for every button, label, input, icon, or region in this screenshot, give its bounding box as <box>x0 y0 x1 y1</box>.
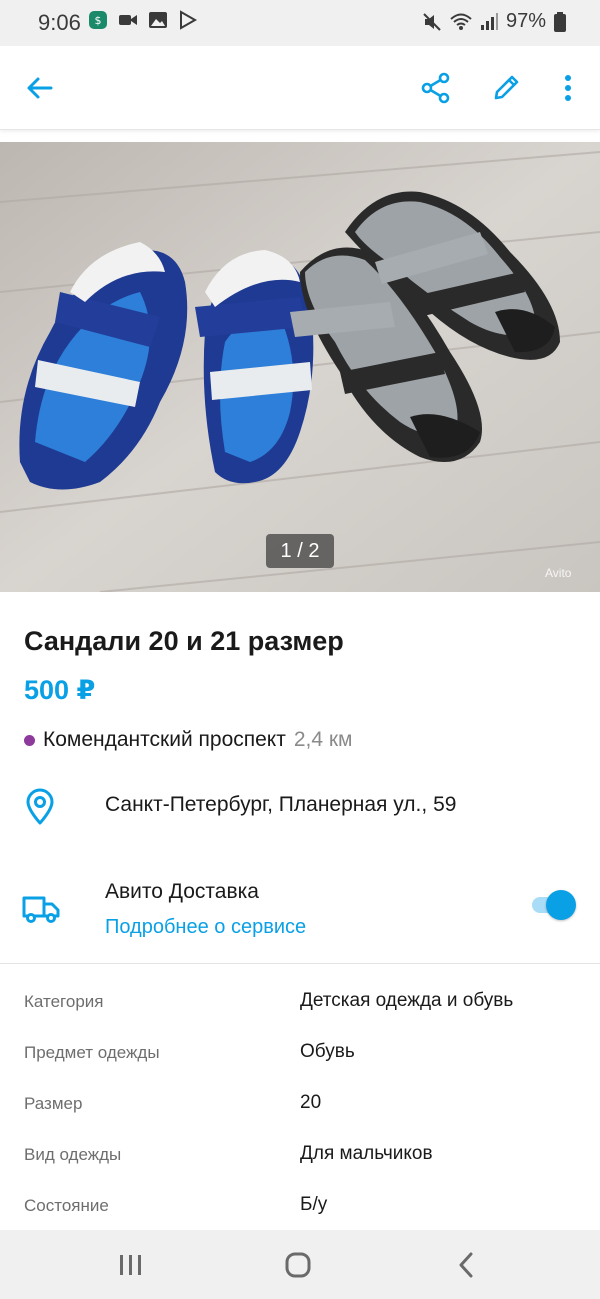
delivery-title: Авито Доставка <box>105 880 259 903</box>
shop-notification-icon: $ <box>89 11 107 29</box>
delivery-details-link[interactable]: Подробнее о сервисе <box>105 916 306 939</box>
play-store-icon <box>180 10 198 30</box>
photo-counter: 1 / 2 <box>266 534 334 568</box>
video-icon <box>119 15 137 25</box>
pencil-icon <box>494 75 519 100</box>
edit-button[interactable] <box>484 66 528 110</box>
status-time: 9:06 <box>38 10 81 35</box>
home-button[interactable] <box>278 1246 318 1284</box>
location-pin-icon <box>26 788 54 825</box>
param-row: Категория Детская одежда и обувь <box>0 980 600 1031</box>
back-button[interactable] <box>18 66 62 110</box>
param-key: Размер <box>24 1094 83 1113</box>
share-icon <box>421 72 450 104</box>
mute-icon <box>423 12 441 31</box>
param-value: 20 <box>300 1092 322 1113</box>
sandals-photo <box>0 142 600 592</box>
system-nav-bar <box>0 1230 600 1299</box>
toggle-knob <box>546 890 576 920</box>
home-icon <box>285 1252 311 1278</box>
param-row: Вид одежды Для мальчиков <box>0 1133 600 1184</box>
system-back-button[interactable] <box>446 1246 486 1284</box>
param-row: Предмет одежды Обувь <box>0 1031 600 1082</box>
params-list: Категория Детская одежда и обувь Предмет… <box>0 980 600 1235</box>
recent-apps-icon <box>120 1255 141 1275</box>
delivery-section: Авито Доставка Подробнее о сервисе <box>0 870 600 950</box>
more-options-button[interactable] <box>546 66 590 110</box>
address-row[interactable]: Санкт-Петербург, Планерная ул., 59 <box>0 780 600 834</box>
app-bar <box>0 46 600 130</box>
section-divider <box>0 963 600 964</box>
wifi-icon <box>450 13 472 30</box>
battery-percent: 97% <box>505 10 546 32</box>
param-key: Предмет одежды <box>24 1043 160 1062</box>
listing-title: Сандали 20 и 21 размер <box>24 626 344 656</box>
param-value: Обувь <box>300 1041 355 1062</box>
param-value: Детская одежда и обувь <box>300 990 514 1011</box>
avito-watermark: Avito <box>545 566 572 580</box>
listing-price: 500 ₽ <box>24 675 96 705</box>
delivery-toggle[interactable] <box>528 890 576 920</box>
param-key: Состояние <box>24 1196 109 1215</box>
status-bar: 9:06 $ 97% <box>0 0 600 46</box>
param-row: Состояние Б/у <box>0 1184 600 1235</box>
listing-photo[interactable]: 1 / 2 Avito <box>0 142 600 592</box>
recent-apps-button[interactable] <box>111 1246 151 1284</box>
address-text: Санкт-Петербург, Планерная ул., 59 <box>105 793 457 816</box>
battery-icon <box>554 11 566 32</box>
signal-icon <box>480 12 498 30</box>
arrow-left-icon <box>27 77 53 99</box>
param-value: Б/у <box>300 1194 328 1215</box>
metro-distance: 2,4 км <box>293 728 353 751</box>
param-key: Вид одежды <box>24 1145 122 1164</box>
metro-name: Комендантский проспект <box>43 728 286 751</box>
param-value: Для мальчиков <box>300 1143 433 1164</box>
param-row: Размер 20 <box>0 1082 600 1133</box>
system-icons: 97% <box>422 10 566 33</box>
delivery-truck-icon <box>22 896 60 923</box>
param-key: Категория <box>24 992 104 1011</box>
metro-station: Комендантский проспект 2,4 км <box>24 728 353 752</box>
share-button[interactable] <box>414 66 458 110</box>
image-icon <box>149 12 167 28</box>
more-vertical-icon <box>565 75 571 101</box>
svg-text:$: $ <box>95 14 102 27</box>
notification-icons: $ <box>88 10 198 30</box>
metro-line-dot <box>24 734 35 746</box>
chevron-left-icon <box>459 1252 473 1278</box>
